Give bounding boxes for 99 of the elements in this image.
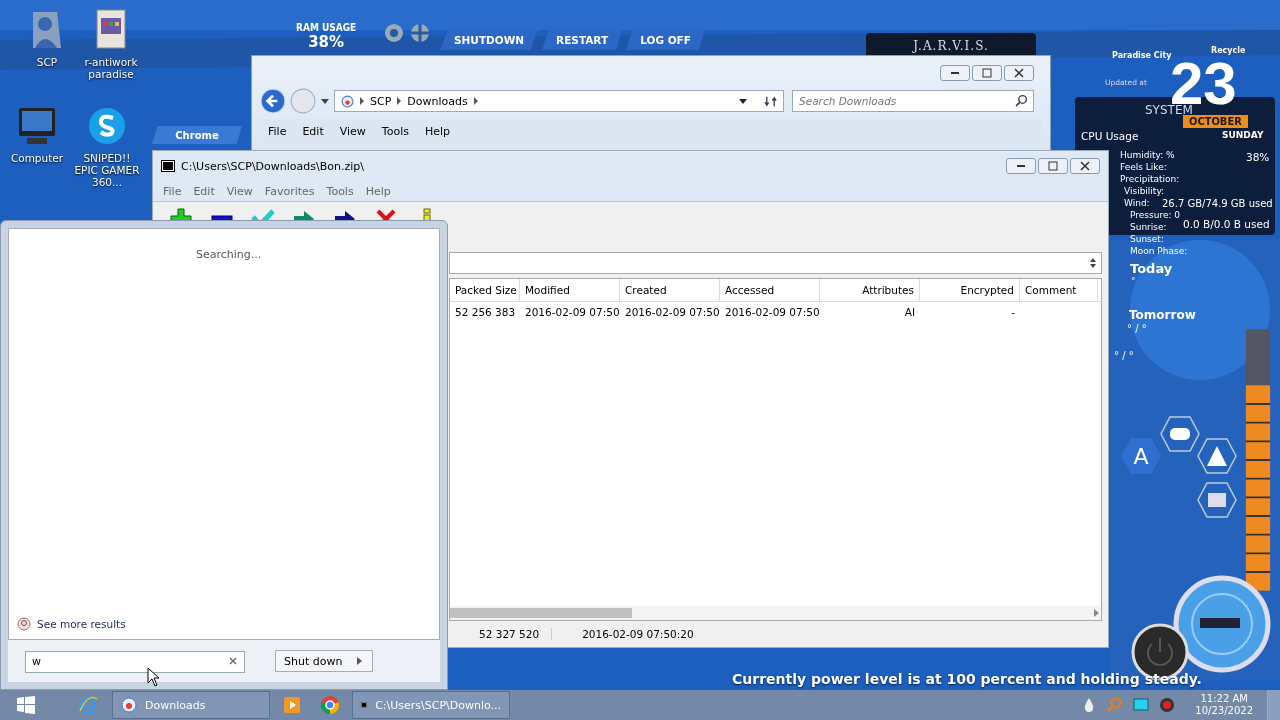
search-icon[interactable]: [1015, 94, 1028, 107]
column-header[interactable]: Created: [620, 279, 720, 301]
search-icon: [17, 617, 31, 631]
menu-item[interactable]: Edit: [187, 184, 221, 198]
ram-label: RAM USAGE: [296, 22, 357, 33]
column-header[interactable]: Accessed: [720, 279, 820, 301]
status-text: 52 327 520: [478, 628, 541, 640]
window-title: C:\Users\SCP\Downloads\Bon.zip\: [181, 159, 364, 173]
close-button[interactable]: [1070, 158, 1100, 174]
clock-date[interactable]: 10/23/2022: [1195, 705, 1253, 717]
city-label: Paradise City: [1112, 51, 1172, 60]
app-logo-icon: [161, 160, 175, 172]
cpu-value: 38%: [1246, 151, 1270, 163]
address-bar[interactable]: SCP Downloads: [334, 90, 784, 112]
hud-button[interactable]: SHUTDOWN: [440, 30, 539, 50]
table-cell-text: 52 256 383: [454, 306, 517, 318]
search-field[interactable]: Search Downloads: [792, 90, 1034, 112]
clear-icon[interactable]: [228, 656, 238, 666]
refresh-icon[interactable]: [764, 94, 777, 108]
minimize-button[interactable]: [940, 65, 970, 81]
see-more-link[interactable]: See more results: [17, 617, 439, 631]
breadcrumb[interactable]: Downloads: [407, 94, 468, 108]
shut-down-button[interactable]: Shut down: [275, 650, 374, 672]
caret-icon[interactable]: [320, 96, 330, 106]
hud-button[interactable]: RESTART: [542, 30, 623, 50]
menu-item[interactable]: Help: [416, 124, 459, 138]
icon-label: SNIPED!! EPIC GAMER 360...: [74, 152, 140, 188]
status-text: 2016-02-09 07:50:20: [551, 628, 706, 640]
status-message: Currently power level is at 100 percent and holding steady.: [732, 671, 1202, 687]
maximize-icon: [1048, 161, 1058, 171]
chrome-icon[interactable]: [320, 695, 340, 715]
minimize-button[interactable]: [1006, 158, 1036, 174]
forecast-day: Today: [1130, 261, 1173, 276]
menu-item[interactable]: Tools: [373, 124, 417, 138]
forecast-temp: ° / °: [1127, 323, 1147, 334]
chevron-icon: [473, 97, 478, 105]
close-icon: [1080, 161, 1090, 171]
forecast-temp: °: [1131, 276, 1136, 286]
weather-label: Pressure: 0: [1130, 209, 1181, 221]
weekday-label: SUNDAY: [1222, 130, 1264, 140]
chevron-icon: [397, 97, 402, 105]
breadcrumb[interactable]: SCP: [370, 94, 392, 108]
caret-icon[interactable]: [738, 96, 748, 106]
back-button[interactable]: [260, 88, 286, 114]
menu-item[interactable]: Tools: [320, 184, 360, 198]
menu-item[interactable]: View: [331, 124, 374, 138]
table-cell-text: AI: [903, 306, 916, 318]
table-cell-text: 2016-02-09 07:50: [724, 306, 820, 318]
hud-button[interactable]: LOG OFF: [626, 30, 705, 50]
weather-label: Precipitation:: [1120, 173, 1180, 185]
media-player-icon[interactable]: [282, 695, 302, 715]
table-cell-text: -: [1010, 306, 1016, 318]
weather-label: Sunrise:: [1130, 221, 1167, 233]
forecast-temp: ° / °: [1114, 350, 1134, 361]
searching-text: Searching...: [196, 248, 263, 261]
arrow-right-icon[interactable]: [1091, 608, 1101, 618]
disk-usage: 26.7 GB/74.9 GB used: [1162, 198, 1273, 209]
weather-label: Feels Like:: [1120, 161, 1167, 173]
search-field[interactable]: w: [25, 650, 245, 673]
column-header[interactable]: Attributes: [820, 279, 920, 301]
scrollbar[interactable]: [450, 606, 1101, 620]
column-header[interactable]: Modified: [520, 279, 620, 301]
cpu-label: CPU Usage: [1081, 130, 1139, 142]
menu-item[interactable]: File: [157, 184, 188, 198]
clock-time[interactable]: 11:22 AM: [1200, 693, 1248, 705]
weather-label: Wind:: [1124, 197, 1150, 209]
shortcut-tile[interactable]: Chrome: [152, 126, 242, 144]
icon-label: r-antiwork paradise: [83, 56, 139, 80]
column-header[interactable]: Encrypted: [920, 279, 1020, 301]
weather-label: Sunset:: [1130, 233, 1164, 245]
column-header[interactable]: Packed Size: [450, 279, 520, 301]
menu-item[interactable]: Help: [359, 184, 397, 198]
icon-label: SCP: [36, 56, 58, 68]
path-field[interactable]: [449, 252, 1102, 274]
speaker-icon[interactable]: [1159, 697, 1176, 713]
icon-label: Computer: [10, 152, 64, 164]
weather-label: Visibility:: [1124, 185, 1165, 197]
forecast-day: Tomorrow: [1129, 308, 1196, 322]
mouse-cursor-icon: [147, 667, 159, 687]
table-cell-text: 2016-02-09 07:50: [524, 306, 620, 318]
monitor-icon[interactable]: [1133, 697, 1150, 713]
triangle-icon[interactable]: [1197, 438, 1237, 474]
menu-item[interactable]: Favorites: [258, 184, 321, 198]
spinner-icon: [1089, 257, 1097, 269]
month-label: OCTOBER: [1183, 115, 1248, 128]
column-header[interactable]: Comment: [1020, 279, 1098, 301]
weather-label: Moon Phase:: [1130, 245, 1188, 257]
ram-value: 38%: [308, 33, 345, 47]
close-button[interactable]: [1004, 65, 1034, 81]
chevron-icon: [360, 97, 364, 105]
menu-item[interactable]: Edit: [294, 124, 332, 138]
menu-item[interactable]: View: [220, 184, 259, 198]
weather-label: Humidity: %: [1120, 149, 1175, 161]
table-cell-text: 2016-02-09 07:50: [624, 306, 720, 318]
menu-item[interactable]: File: [260, 124, 295, 138]
maximize-icon: [982, 68, 992, 78]
start-button[interactable]: [16, 695, 36, 715]
close-icon: [1014, 68, 1024, 78]
disk-usage: 0.0 B/0.0 B used: [1183, 218, 1270, 230]
